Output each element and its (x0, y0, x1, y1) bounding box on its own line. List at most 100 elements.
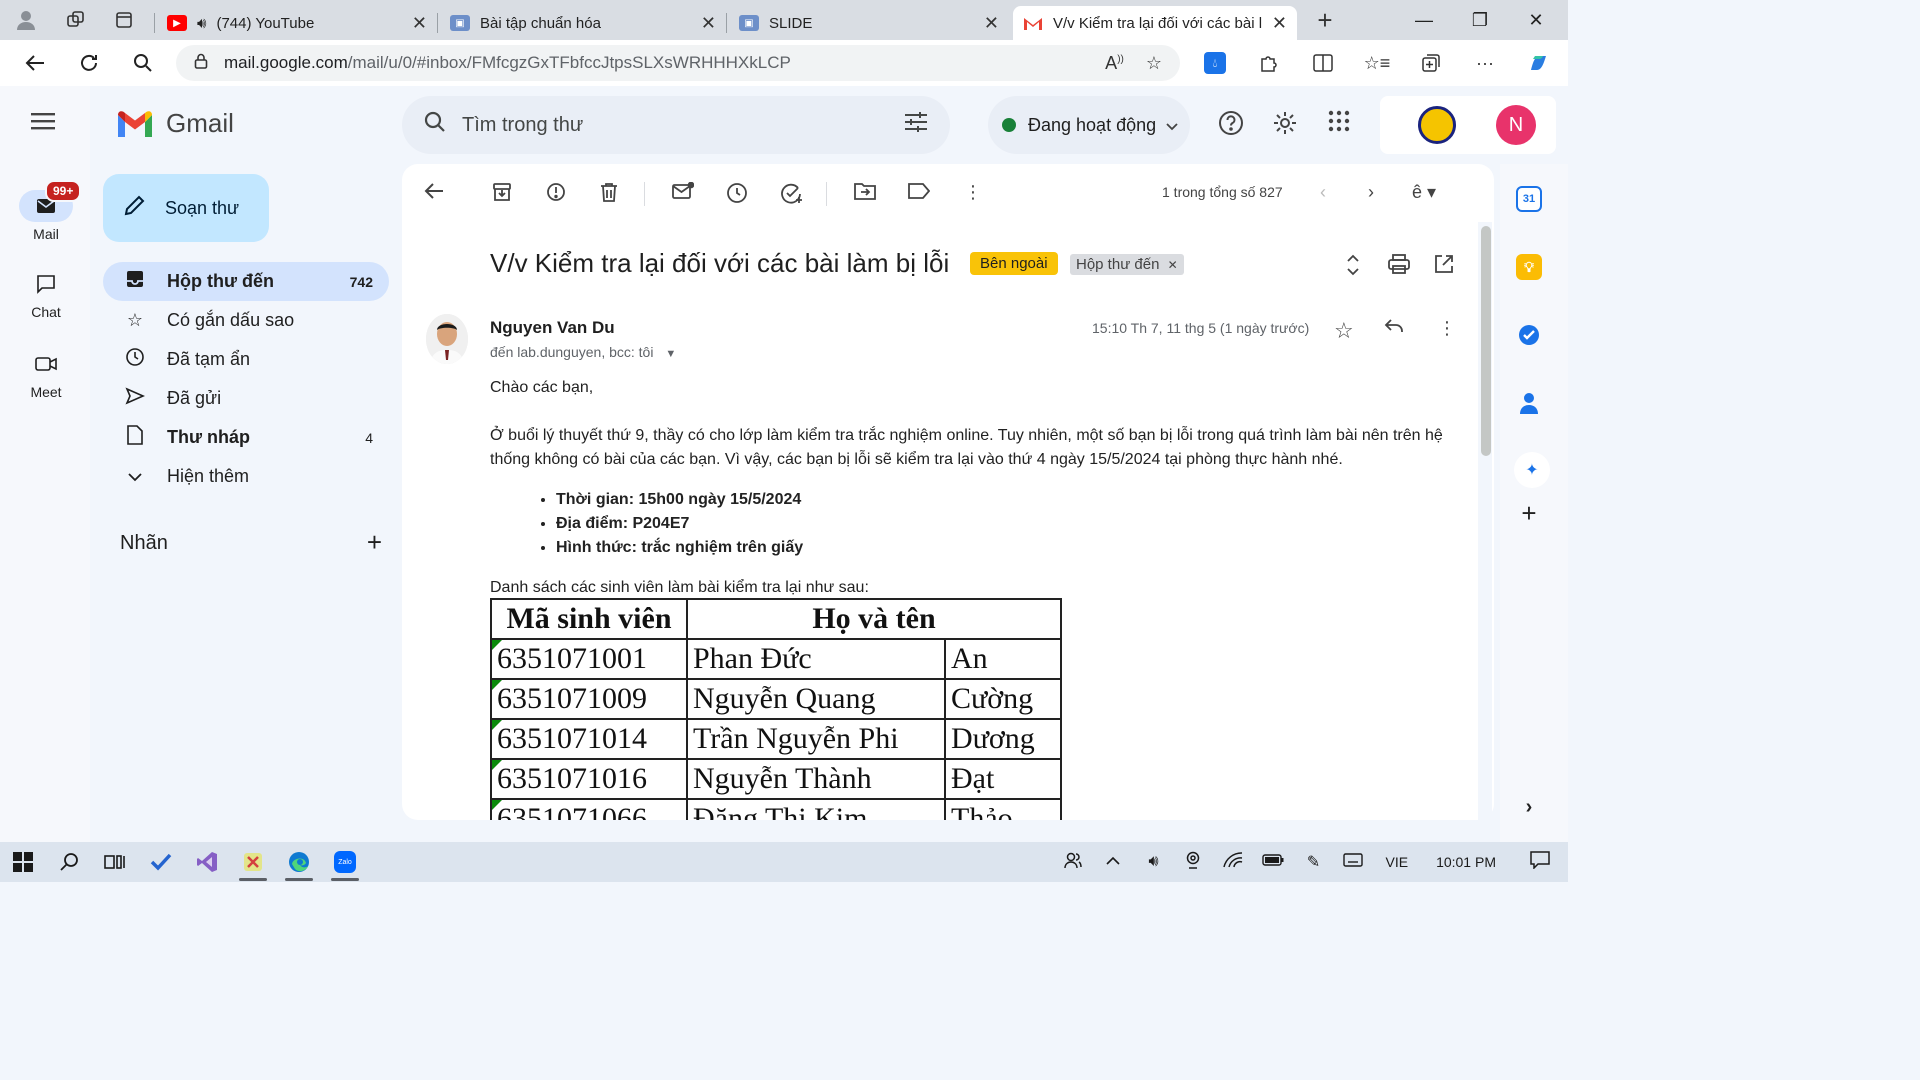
help-icon[interactable] (1218, 110, 1244, 142)
calendar-icon[interactable]: 31 (1516, 186, 1542, 212)
back-to-inbox-icon[interactable] (424, 182, 444, 205)
rail-chat[interactable]: Chat (0, 268, 92, 320)
add-label-icon[interactable]: + (367, 529, 382, 555)
close-icon[interactable]: ✕ (412, 13, 427, 34)
mail-search[interactable]: Tìm trong thư (402, 96, 950, 154)
report-spam-icon[interactable] (546, 182, 566, 207)
nav-sent[interactable]: Đã gửi (103, 379, 389, 418)
keep-icon[interactable]: 💡︎ (1516, 254, 1542, 280)
extensions-puzzle-icon[interactable] (1242, 43, 1296, 83)
clock[interactable]: 10:01 PM (1420, 854, 1520, 870)
more-menu-icon[interactable]: ··· (1458, 43, 1512, 83)
tab-bai-tap[interactable]: ▣ Bài tập chuẩn hóa ✕ (440, 6, 726, 40)
add-addon-icon[interactable]: + (1516, 498, 1542, 528)
organization-logo-icon[interactable] (1418, 106, 1456, 144)
refresh-icon[interactable] (62, 43, 116, 83)
search-icon[interactable] (46, 842, 92, 882)
close-icon[interactable]: ✕ (1272, 13, 1287, 34)
search-options-icon[interactable] (904, 111, 928, 139)
older-chevron-icon[interactable]: ‹ (1320, 182, 1326, 203)
close-icon[interactable]: ✕ (984, 13, 999, 34)
collections-icon[interactable] (1404, 43, 1458, 83)
more-vertical-icon[interactable]: ⋮ (1438, 318, 1456, 339)
status-selector[interactable]: Đang hoạt động (988, 96, 1190, 154)
sender-avatar[interactable] (426, 314, 468, 364)
app-icon[interactable] (230, 842, 276, 882)
expand-collapse-icon[interactable] (1346, 254, 1360, 281)
open-new-window-icon[interactable] (1434, 254, 1454, 279)
main-menu-icon[interactable] (30, 110, 56, 138)
archive-icon[interactable] (492, 182, 512, 207)
nav-snoozed[interactable]: Đã tạm ẩn (103, 340, 389, 379)
contacts-icon[interactable] (1516, 390, 1542, 416)
todo-app-icon[interactable] (138, 842, 184, 882)
label-tag-icon[interactable] (908, 182, 931, 205)
webcam-icon[interactable] (1173, 851, 1213, 874)
tasks-icon[interactable] (1516, 322, 1542, 348)
tab-slide[interactable]: ▣ SLIDE ✕ (729, 6, 1009, 40)
windows-start-icon[interactable] (0, 842, 46, 882)
newer-chevron-icon[interactable]: › (1368, 182, 1374, 203)
task-view-icon[interactable] (92, 842, 138, 882)
pen-icon[interactable]: ✎ (1293, 852, 1333, 872)
split-screen-icon[interactable] (1296, 43, 1350, 83)
url-bar[interactable]: mail.google.com/mail/u/0/#inbox/FMfcgzGx… (176, 45, 1180, 81)
visual-studio-icon[interactable] (184, 842, 230, 882)
add-task-icon[interactable] (780, 182, 804, 209)
input-language[interactable]: VIE (1373, 854, 1420, 870)
remove-label-icon[interactable]: ✕ (1168, 258, 1178, 272)
chevron-up-icon[interactable] (1093, 853, 1133, 871)
account-avatar[interactable]: N (1496, 105, 1536, 145)
expand-panel-icon[interactable]: › (1516, 794, 1542, 820)
star-icon[interactable]: ☆ (1334, 318, 1354, 344)
gmail-logo[interactable]: Gmail (116, 108, 234, 139)
battery-icon[interactable] (1253, 853, 1293, 871)
compose-button[interactable]: Soạn thư (103, 174, 269, 242)
copilot-icon[interactable] (1512, 43, 1566, 83)
reply-icon[interactable] (1384, 318, 1404, 339)
extension-drop-icon[interactable]: 💧︎ (1188, 43, 1242, 83)
keyboard-icon[interactable] (1333, 852, 1373, 872)
favorites-icon[interactable]: ☆≡ (1350, 43, 1404, 83)
settings-gear-icon[interactable] (1272, 110, 1298, 142)
read-aloud-icon[interactable]: A)) (1105, 53, 1124, 74)
move-to-icon[interactable] (854, 182, 876, 205)
recipients-line[interactable]: đến lab.dunguyen, bcc: tôi ▼ (490, 344, 676, 360)
back-icon[interactable] (8, 43, 62, 83)
delete-trash-icon[interactable] (600, 182, 618, 207)
window-close-icon[interactable]: ✕ (1508, 0, 1564, 40)
nav-inbox[interactable]: Hộp thư đến 742 (103, 262, 389, 301)
mark-unread-icon[interactable] (672, 181, 695, 205)
new-tab-icon[interactable]: + (1307, 4, 1343, 36)
rail-meet[interactable]: Meet (0, 348, 92, 400)
minimize-icon[interactable]: — (1396, 0, 1452, 40)
apps-grid-icon[interactable] (1328, 110, 1350, 138)
restore-icon[interactable]: ❐ (1452, 0, 1508, 40)
zalo-icon[interactable]: Zalo (322, 842, 368, 882)
notifications-icon[interactable] (1520, 850, 1560, 874)
nav-starred[interactable]: ☆ Có gắn dấu sao (103, 301, 389, 340)
favorite-star-icon[interactable]: ☆ (1146, 53, 1162, 74)
more-vertical-icon[interactable]: ⋮ (964, 182, 982, 203)
edge-browser-icon[interactable] (276, 842, 322, 882)
sender-name[interactable]: Nguyen Van Du (490, 318, 615, 338)
volume-icon[interactable]: 🔊︎ (1133, 853, 1173, 871)
tab-gmail-active[interactable]: V/v Kiểm tra lại đối với các bài l ✕ (1013, 6, 1297, 40)
snooze-clock-icon[interactable] (726, 182, 748, 209)
nav-drafts[interactable]: Thư nháp 4 (103, 418, 389, 457)
lock-icon[interactable] (194, 53, 208, 73)
scrollbar-thumb[interactable] (1481, 226, 1491, 456)
sparkle-addon-icon[interactable]: ✦ (1514, 452, 1550, 488)
tab-youtube[interactable]: ▶ 🔊︎ (744) YouTube ✕ (157, 6, 437, 40)
workspaces-icon[interactable] (58, 4, 94, 36)
tab-actions-icon[interactable] (106, 4, 142, 36)
search-icon[interactable] (424, 111, 446, 139)
input-tools-icon[interactable]: ê ▾ (1412, 182, 1436, 203)
profile-icon[interactable] (8, 4, 44, 36)
wifi-icon[interactable] (1213, 851, 1253, 873)
print-icon[interactable] (1388, 254, 1410, 279)
search-icon[interactable] (116, 43, 170, 83)
speaker-icon[interactable]: 🔊︎ (197, 15, 206, 32)
chevron-down-icon[interactable]: ▼ (665, 348, 676, 360)
nav-more[interactable]: Hiện thêm (103, 457, 389, 496)
